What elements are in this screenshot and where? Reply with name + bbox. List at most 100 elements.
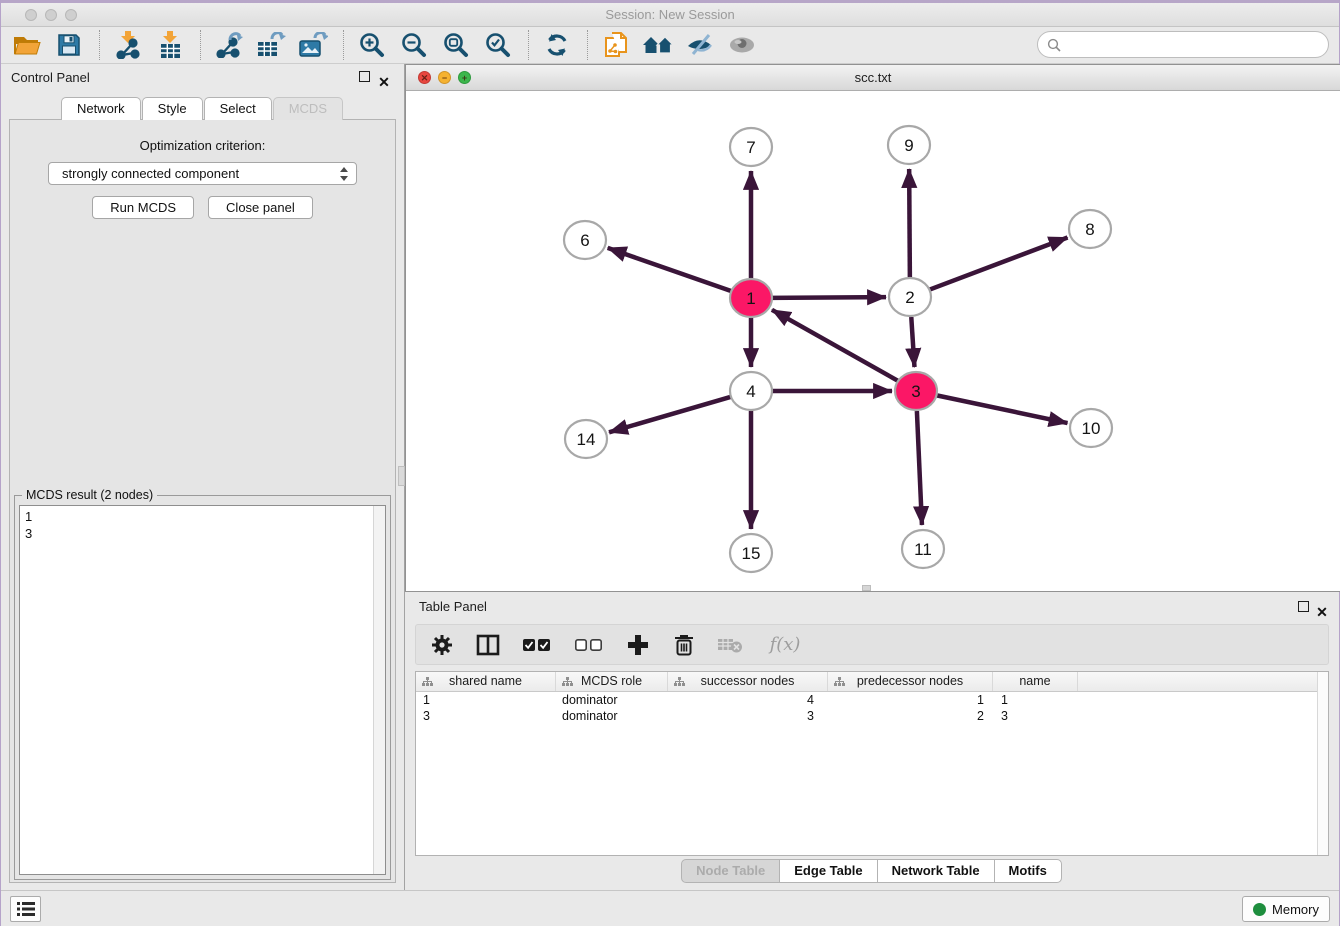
export-network-button[interactable] bbox=[211, 29, 247, 61]
export-image-button[interactable] bbox=[295, 29, 331, 61]
mcds-result-list[interactable]: 1 3 bbox=[19, 505, 386, 875]
network-close-button[interactable] bbox=[418, 71, 431, 84]
zoom-out-button[interactable] bbox=[396, 29, 432, 61]
close-panel-icon[interactable] bbox=[1315, 599, 1329, 625]
zoom-fit-button[interactable] bbox=[438, 29, 474, 61]
node-3[interactable]: 3 bbox=[895, 372, 937, 410]
table-row[interactable]: 1dominator411 bbox=[416, 692, 1328, 708]
node-10[interactable]: 10 bbox=[1070, 409, 1112, 447]
edge-3-10[interactable] bbox=[936, 395, 1068, 423]
trash-icon bbox=[674, 634, 694, 656]
edge-1-6[interactable] bbox=[608, 248, 732, 291]
node-11[interactable]: 11 bbox=[902, 530, 944, 568]
network-canvas[interactable]: 7 9 6 8 1 2 4 3 14 10 15 11 bbox=[406, 91, 1340, 591]
refresh-view-button[interactable] bbox=[539, 29, 575, 61]
cell-name[interactable]: 3 bbox=[993, 708, 1078, 724]
column-header-name[interactable]: name bbox=[993, 672, 1078, 691]
minimize-window-button[interactable] bbox=[45, 9, 57, 21]
cell-predecessor-nodes[interactable]: 1 bbox=[828, 692, 993, 708]
table-body: 1dominator4113dominator323 bbox=[416, 692, 1328, 724]
tab-edge-table[interactable]: Edge Table bbox=[779, 859, 877, 883]
table-settings-button[interactable] bbox=[429, 631, 455, 659]
node-7[interactable]: 7 bbox=[730, 128, 772, 166]
tab-motifs[interactable]: Motifs bbox=[994, 859, 1062, 883]
edge-2-3[interactable] bbox=[911, 317, 914, 367]
hide-selected-button[interactable] bbox=[682, 29, 718, 61]
network-window-titlebar: scc.txt bbox=[406, 65, 1340, 91]
edge-4-14[interactable] bbox=[609, 397, 732, 433]
result-scrollbar[interactable] bbox=[373, 506, 385, 874]
task-history-button[interactable] bbox=[10, 896, 41, 922]
zoom-in-button[interactable] bbox=[354, 29, 390, 61]
open-session-button[interactable] bbox=[9, 29, 45, 61]
edge-2-9[interactable] bbox=[909, 169, 910, 277]
clone-network-button[interactable] bbox=[598, 29, 634, 61]
export-table-button[interactable] bbox=[253, 29, 289, 61]
column-header-successor-nodes[interactable]: successor nodes bbox=[668, 672, 828, 691]
cell-shared-name[interactable]: 1 bbox=[416, 692, 556, 708]
add-row-button[interactable] bbox=[625, 631, 651, 659]
tab-network[interactable]: Network bbox=[61, 97, 141, 120]
node-4[interactable]: 4 bbox=[730, 372, 772, 410]
float-panel-icon[interactable] bbox=[359, 71, 370, 82]
zoom-in-icon bbox=[359, 32, 385, 58]
import-network-button[interactable] bbox=[110, 29, 146, 61]
network-maximize-button[interactable] bbox=[458, 71, 471, 84]
tab-style[interactable]: Style bbox=[142, 97, 203, 120]
tab-mcds[interactable]: MCDS bbox=[273, 97, 343, 120]
cell-MCDS-role[interactable]: dominator bbox=[556, 692, 668, 708]
tab-select[interactable]: Select bbox=[204, 97, 272, 120]
cell-MCDS-role[interactable]: dominator bbox=[556, 708, 668, 724]
vertical-splitter-handle[interactable] bbox=[398, 466, 405, 486]
close-panel-icon[interactable] bbox=[377, 69, 391, 96]
cell-shared-name[interactable]: 3 bbox=[416, 708, 556, 724]
deselect-all-button[interactable] bbox=[573, 631, 605, 659]
tab-network-table[interactable]: Network Table bbox=[877, 859, 995, 883]
canvas-splitter-handle[interactable] bbox=[862, 585, 871, 591]
node-8[interactable]: 8 bbox=[1069, 210, 1111, 248]
memory-button[interactable]: Memory bbox=[1242, 896, 1330, 922]
save-session-button[interactable] bbox=[51, 29, 87, 61]
close-window-button[interactable] bbox=[25, 9, 37, 21]
maximize-window-button[interactable] bbox=[65, 9, 77, 21]
network-minimize-button[interactable] bbox=[438, 71, 451, 84]
node-9[interactable]: 9 bbox=[888, 126, 930, 164]
delete-row-button[interactable] bbox=[671, 631, 697, 659]
search-box[interactable] bbox=[1037, 31, 1329, 58]
export-network-icon bbox=[215, 32, 243, 58]
select-all-button[interactable] bbox=[521, 631, 553, 659]
cell-predecessor-nodes[interactable]: 2 bbox=[828, 708, 993, 724]
memory-label: Memory bbox=[1272, 902, 1319, 917]
node-1[interactable]: 1 bbox=[730, 279, 772, 317]
run-mcds-button[interactable]: Run MCDS bbox=[92, 196, 194, 219]
column-header-MCDS-role[interactable]: MCDS role bbox=[556, 672, 668, 691]
split-view-button[interactable] bbox=[475, 631, 501, 659]
column-header-predecessor-nodes[interactable]: predecessor nodes bbox=[828, 672, 993, 691]
column-header-shared-name[interactable]: shared name bbox=[416, 672, 556, 691]
function-builder-button[interactable]: f(x) bbox=[763, 631, 807, 659]
tab-node-table[interactable]: Node Table bbox=[681, 859, 780, 883]
node-6[interactable]: 6 bbox=[564, 221, 606, 259]
cell-name[interactable]: 1 bbox=[993, 692, 1078, 708]
table-row[interactable]: 3dominator323 bbox=[416, 708, 1328, 724]
show-all-button[interactable] bbox=[724, 29, 760, 61]
close-panel-button[interactable]: Close panel bbox=[208, 196, 313, 219]
edge-3-1[interactable] bbox=[772, 310, 899, 381]
import-table-button[interactable] bbox=[152, 29, 188, 61]
edge-1-2[interactable] bbox=[771, 297, 886, 298]
home-view-button[interactable] bbox=[640, 29, 676, 61]
optimization-criterion-dropdown[interactable]: strongly connected component bbox=[48, 162, 357, 185]
node-14[interactable]: 14 bbox=[565, 420, 607, 458]
search-input[interactable] bbox=[1067, 35, 1328, 55]
node-2[interactable]: 2 bbox=[889, 278, 931, 316]
edge-3-11[interactable] bbox=[917, 411, 922, 525]
cell-successor-nodes[interactable]: 4 bbox=[668, 692, 828, 708]
cell-successor-nodes[interactable]: 3 bbox=[668, 708, 828, 724]
zoom-selected-button[interactable] bbox=[480, 29, 516, 61]
table-scrollbar[interactable] bbox=[1317, 672, 1328, 855]
node-15[interactable]: 15 bbox=[730, 534, 772, 572]
edge-2-8[interactable] bbox=[929, 237, 1068, 289]
delete-table-button[interactable] bbox=[717, 631, 743, 659]
svg-text:7: 7 bbox=[746, 138, 755, 157]
float-panel-icon[interactable] bbox=[1298, 601, 1309, 612]
